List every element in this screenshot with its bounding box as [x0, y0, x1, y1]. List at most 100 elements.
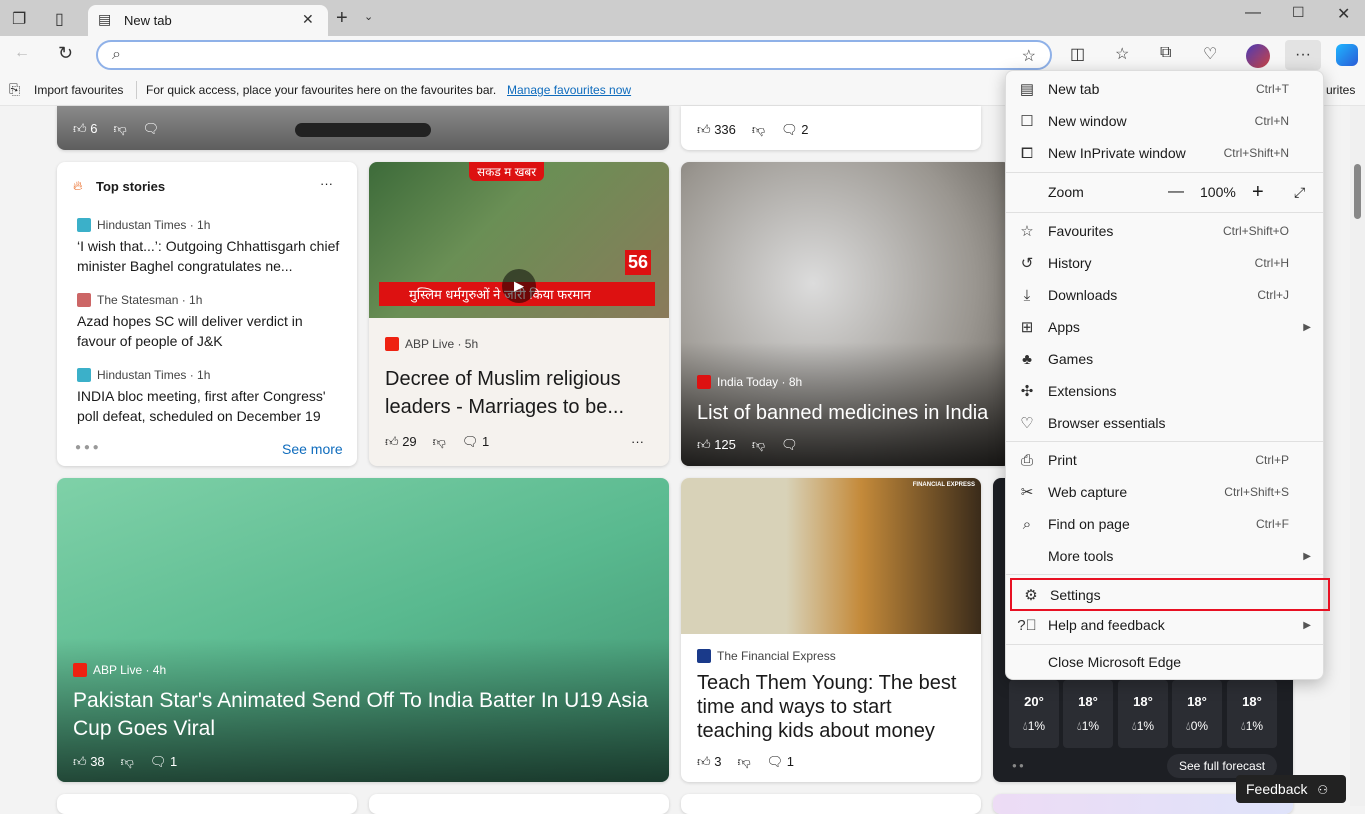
menu-item-help-and-feedback[interactable]: ?⃝ Help and feedback ▶	[1006, 609, 1323, 641]
scrollbar[interactable]	[1350, 106, 1365, 806]
import-favourites-button[interactable]: Import favourites	[34, 83, 123, 97]
carousel-dots[interactable]	[295, 123, 431, 137]
forecast-day[interactable]: 18° 💧︎1%	[1063, 680, 1113, 748]
forecast-day[interactable]: 18° 💧︎0%	[1172, 680, 1222, 748]
menu-item-favourites[interactable]: ☆ Favourites Ctrl+Shift+O	[1006, 215, 1323, 247]
like-icon[interactable]: 👍︎ 125	[697, 437, 736, 453]
list-item[interactable]: Hindustan Times · 1h ‘I wish that...’: O…	[77, 218, 342, 293]
article-image: सकड म खबर 56 मुस्लिम धर्मगुरुओं ने जारी …	[369, 162, 669, 318]
menu-item-find-on-page[interactable]: ⌕ Find on page Ctrl+F	[1006, 508, 1323, 540]
article-title[interactable]: Teach Them Young: The best time and ways…	[697, 671, 972, 743]
refresh-icon[interactable]: ↻	[58, 43, 73, 64]
new-tab-plus-icon[interactable]: +	[336, 7, 348, 30]
favourites-icon[interactable]: ☆	[1115, 44, 1129, 64]
forecast-day[interactable]: 18° 💧︎1%	[1118, 680, 1168, 748]
news-card[interactable]: India Today · 8h List of banned medicine…	[681, 162, 1011, 466]
fullscreen-icon[interactable]: ⤢	[1294, 184, 1305, 201]
menu-item-settings[interactable]: ⚙ Settings	[1010, 578, 1330, 611]
comment-icon[interactable]: 🗨︎ 1	[462, 434, 489, 450]
menu-item-extensions[interactable]: ✣ Extensions	[1006, 375, 1323, 407]
scrollbar-thumb[interactable]	[1354, 164, 1361, 219]
maximize-icon[interactable]: ☐	[1292, 4, 1305, 21]
split-screen-icon[interactable]: ◫	[1070, 44, 1085, 64]
menu-item-downloads[interactable]: ⤓ Downloads Ctrl+J	[1006, 279, 1323, 311]
news-card[interactable]	[681, 794, 981, 814]
news-card[interactable]: 👍︎ 336 👎︎ 🗨︎ 2	[681, 106, 981, 150]
menu-item-browser-essentials[interactable]: ♡ Browser essentials	[1006, 407, 1323, 439]
forecast-day[interactable]: 18° 💧︎1%	[1227, 680, 1277, 748]
article-image: FINANCIAL EXPRESS	[681, 478, 981, 634]
news-card[interactable]	[369, 794, 669, 814]
like-icon[interactable]: 👍︎ 336	[697, 122, 736, 138]
tab-new-tab[interactable]: ▤ New tab ✕	[88, 5, 328, 36]
comment-icon[interactable]: 🗨︎ 1	[767, 754, 794, 770]
fire-icon: 🔥︎	[73, 178, 83, 193]
copilot-icon[interactable]	[1336, 44, 1358, 66]
menu-item-new-tab[interactable]: ▤ New tab Ctrl+T	[1006, 73, 1323, 105]
minimize-icon[interactable]: —	[1245, 4, 1261, 22]
more-options-icon[interactable]: ···	[631, 434, 644, 449]
see-more-link[interactable]: See more	[282, 441, 343, 457]
dislike-icon[interactable]: 👎︎	[737, 754, 750, 770]
comment-icon[interactable]: 🗨︎	[143, 121, 160, 137]
menu-item-games[interactable]: ♣ Games	[1006, 343, 1323, 375]
window-close-icon[interactable]: ✕	[1337, 4, 1350, 24]
comment-icon[interactable]: 🗨︎	[781, 437, 798, 453]
list-item[interactable]: Hindustan Times · 1h INDIA bloc meeting,…	[77, 368, 342, 426]
list-item[interactable]: The Statesman · 1h Azad hopes SC will de…	[77, 293, 342, 368]
settings-and-more-icon[interactable]: ···	[1285, 40, 1321, 70]
back-icon[interactable]: ←	[14, 44, 30, 62]
menu-item-apps[interactable]: ⊞ Apps ▶	[1006, 311, 1323, 343]
zoom-out-icon[interactable]: —	[1168, 183, 1184, 201]
pager-dots[interactable]: ● ● ●	[75, 442, 99, 453]
like-icon[interactable]: 👍︎ 29	[385, 434, 417, 450]
tab-actions-chevron-icon[interactable]: ⌄	[364, 10, 373, 23]
collections-icon[interactable]: ⧉	[1160, 44, 1171, 62]
story-list: Hindustan Times · 1h ‘I wish that...’: O…	[77, 218, 342, 426]
comment-icon[interactable]: 🗨︎ 1	[150, 754, 177, 770]
news-card[interactable]: सकड म खबर 56 मुस्लिम धर्मगुरुओं ने जारी …	[369, 162, 669, 466]
article-title[interactable]: List of banned medicines in India	[697, 399, 988, 427]
add-favourite-star-icon[interactable]: ☆	[1022, 46, 1036, 66]
dislike-icon[interactable]: 👎︎	[121, 754, 134, 770]
news-card[interactable]: ABP Live · 4h Pakistan Star's Animated S…	[57, 478, 669, 782]
dislike-icon[interactable]: 👎︎	[752, 122, 765, 138]
vertical-tabs-icon[interactable]: ▯	[55, 9, 64, 29]
like-icon[interactable]: 👍︎ 3	[697, 754, 721, 770]
zoom-in-icon[interactable]: +	[1252, 181, 1264, 204]
news-card[interactable]: FINANCIAL EXPRESS The Financial Express …	[681, 478, 981, 782]
search-icon: ⌕	[112, 46, 121, 63]
article-title[interactable]: Decree of Muslim religious leaders - Mar…	[385, 365, 655, 421]
download-icon: ⤓	[1023, 286, 1031, 304]
manage-favourites-link[interactable]: Manage favourites now	[507, 83, 631, 97]
close-tab-icon[interactable]: ✕	[302, 11, 314, 28]
like-icon[interactable]: 👍︎ 38	[73, 754, 105, 770]
workspaces-icon[interactable]: ❐	[12, 9, 26, 29]
menu-item-inprivate[interactable]: ⧠ New InPrivate window Ctrl+Shift+N	[1006, 137, 1323, 169]
menu-item-new-window[interactable]: ☐ New window Ctrl+N	[1006, 105, 1323, 137]
menu-item-history[interactable]: ↺ History Ctrl+H	[1006, 247, 1323, 279]
forecast-day[interactable]: 20° 💧︎1%	[1009, 680, 1059, 748]
play-icon[interactable]: ▶	[502, 269, 536, 303]
tab-title: New tab	[124, 13, 172, 28]
other-favourites-label[interactable]: urites	[1326, 83, 1355, 97]
feedback-button[interactable]: Feedback ⚇	[1236, 775, 1346, 803]
menu-item-print[interactable]: ⎙ Print Ctrl+P	[1006, 444, 1323, 476]
more-options-icon[interactable]: ···	[320, 176, 333, 191]
profile-avatar[interactable]	[1246, 44, 1270, 68]
dislike-icon[interactable]: 👎︎	[113, 121, 126, 137]
pager-dots[interactable]: ● ●	[1012, 761, 1024, 770]
menu-item-more-tools[interactable]: More tools ▶	[1006, 540, 1323, 572]
news-card[interactable]	[57, 794, 357, 814]
menu-item-web-capture[interactable]: ✂ Web capture Ctrl+Shift+S	[1006, 476, 1323, 508]
menu-item-close-edge[interactable]: Close Microsoft Edge	[1006, 646, 1323, 678]
dislike-icon[interactable]: 👎︎	[752, 437, 765, 453]
article-title[interactable]: Pakistan Star's Animated Send Off To Ind…	[73, 687, 653, 743]
browser-essentials-icon[interactable]: ♡	[1203, 44, 1217, 64]
dislike-icon[interactable]: 👎︎	[433, 434, 446, 450]
address-bar[interactable]: ⌕ ☆	[96, 40, 1052, 70]
divider	[136, 81, 137, 99]
hero-card[interactable]: 👍︎ 6 👎︎ 🗨︎	[57, 106, 669, 150]
comment-icon[interactable]: 🗨︎ 2	[781, 122, 808, 138]
like-icon[interactable]: 👍︎ 6	[73, 121, 97, 137]
